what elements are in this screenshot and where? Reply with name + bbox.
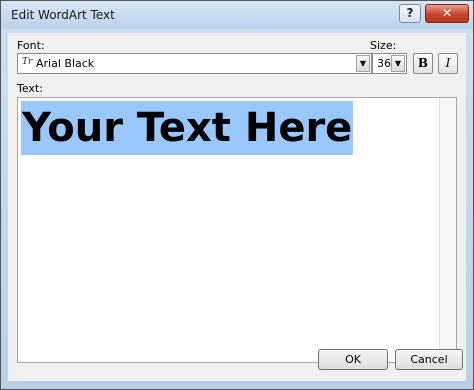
size-label: Size: — [370, 39, 397, 52]
chevron-down-icon: ▼ — [359, 59, 367, 68]
font-combobox[interactable]: Tr Arial Black ▼ — [17, 53, 372, 74]
italic-button[interactable]: I — [438, 53, 458, 74]
font-label: Font: — [17, 39, 45, 52]
title-bar: Edit WordArt Text ? ✕ — [1, 1, 473, 29]
font-dropdown-button[interactable]: ▼ — [356, 55, 370, 72]
bold-button[interactable]: B — [413, 53, 433, 74]
scrollbar[interactable] — [439, 98, 456, 362]
ok-button[interactable]: OK — [318, 349, 388, 370]
dialog-body: Font: Tr Arial Black ▼ Size: 36 ▼ B I Te… — [8, 33, 466, 381]
cancel-button[interactable]: Cancel — [395, 349, 463, 370]
dialog-title: Edit WordArt Text — [11, 8, 115, 22]
chevron-down-icon: ▼ — [394, 59, 402, 68]
font-value: Arial Black — [36, 57, 95, 70]
wordart-text-area[interactable]: Your Text Here — [17, 97, 457, 363]
close-button[interactable]: ✕ — [425, 4, 469, 23]
font-type-icon: Tr — [22, 57, 33, 67]
size-combobox[interactable]: 36 ▼ — [372, 53, 407, 74]
help-button[interactable]: ? — [399, 4, 421, 23]
wordart-text[interactable]: Your Text Here — [21, 101, 354, 155]
text-label: Text: — [17, 82, 43, 95]
size-value: 36 — [377, 57, 391, 70]
edit-wordart-dialog: Edit WordArt Text ? ✕ Font: Tr Arial Bla… — [0, 0, 474, 390]
size-dropdown-button[interactable]: ▼ — [391, 55, 405, 72]
